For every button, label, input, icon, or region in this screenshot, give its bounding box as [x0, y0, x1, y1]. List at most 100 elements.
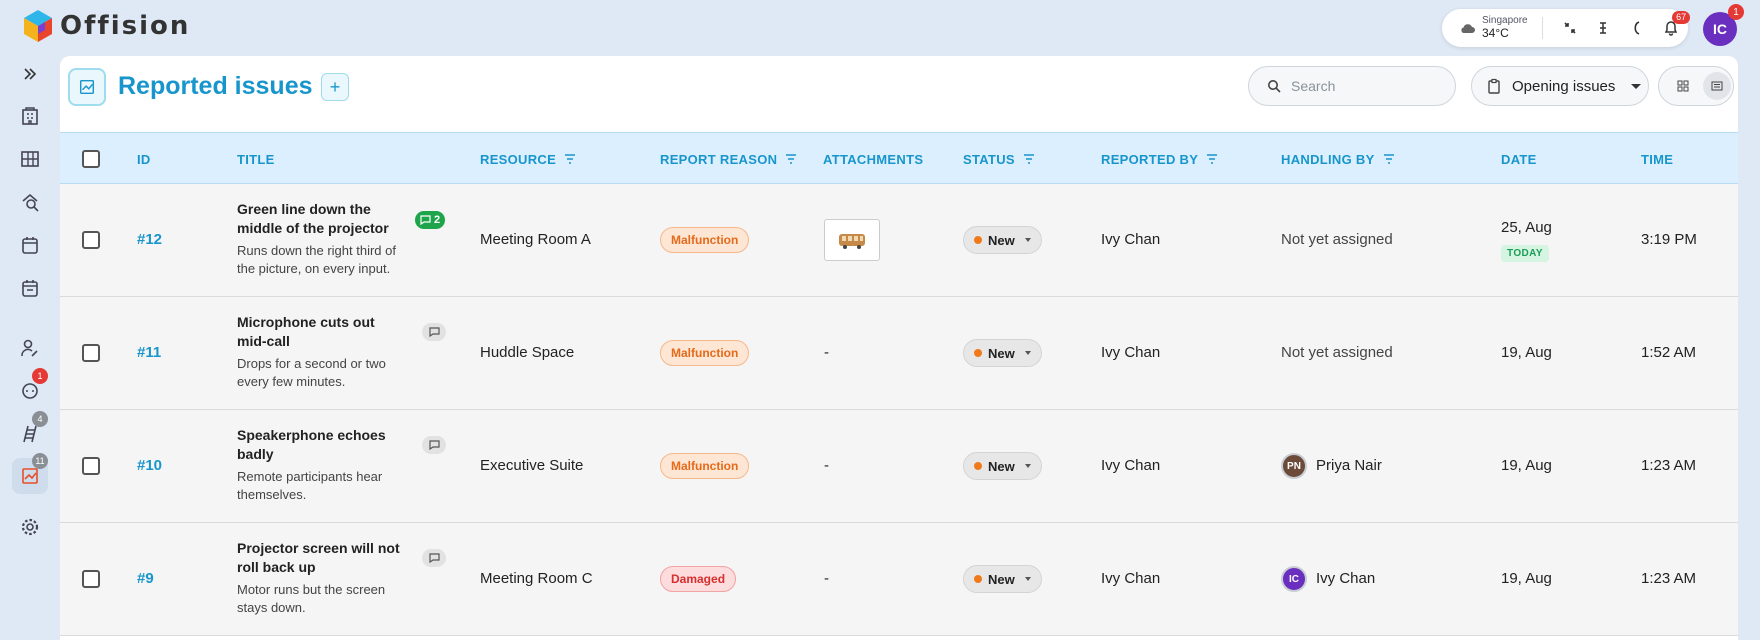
- filter-icon[interactable]: [785, 154, 797, 164]
- column-resource[interactable]: RESOURCE: [480, 133, 576, 185]
- status-dropdown[interactable]: New: [963, 226, 1042, 254]
- column-id[interactable]: ID: [137, 133, 151, 185]
- column-title[interactable]: TITLE: [237, 133, 275, 185]
- row-checkbox[interactable]: [82, 457, 100, 475]
- list-view-button[interactable]: [1703, 72, 1731, 100]
- comment-icon: [428, 327, 440, 337]
- resource-name: Executive Suite: [480, 457, 584, 474]
- status-label: New: [988, 232, 1015, 248]
- report-reason-badge: Malfunction: [660, 453, 750, 479]
- ladder-icon: [23, 425, 37, 443]
- status-dot: [974, 575, 982, 583]
- theme-icon[interactable]: [1620, 21, 1654, 35]
- column-reported-by[interactable]: REPORTED BY: [1101, 133, 1218, 185]
- status-dropdown[interactable]: New: [963, 452, 1042, 480]
- sidebar-item-reported-issues[interactable]: 11: [12, 453, 48, 494]
- table-header: ID TITLE RESOURCE REPORT REASON ATTACHME…: [60, 132, 1738, 184]
- issue-title-cell[interactable]: Green line down the middle of the projec…: [237, 200, 407, 278]
- row-checkbox[interactable]: [82, 231, 100, 249]
- sidebar-item-users[interactable]: [12, 330, 48, 366]
- weather-widget: Singapore 34°C: [1460, 16, 1528, 39]
- filter-icon[interactable]: [564, 154, 576, 164]
- sidebar-expand-button[interactable]: [12, 56, 48, 92]
- add-issue-button[interactable]: +: [321, 73, 349, 101]
- sidebar-item-calendar-2[interactable]: [12, 270, 48, 306]
- status-label: New: [988, 345, 1015, 361]
- sidebar-item-calendar[interactable]: [12, 227, 48, 263]
- status-label: New: [988, 571, 1015, 587]
- issue-id-link[interactable]: #10: [137, 457, 162, 474]
- grid-view-button[interactable]: [1669, 72, 1697, 100]
- issue-id-link[interactable]: #11: [137, 344, 161, 361]
- top-toolbar: Singapore 34°C 67: [1442, 9, 1691, 47]
- app-name: Offision: [60, 11, 191, 41]
- notification-badge: 67: [1672, 11, 1691, 24]
- user-avatar-badge: 1: [1728, 4, 1744, 20]
- divider: [1541, 17, 1543, 39]
- grid-icon: [21, 151, 39, 167]
- row-checkbox[interactable]: [82, 570, 100, 588]
- comments-button[interactable]: [422, 436, 446, 454]
- table-row[interactable]: #11 Microphone cuts out mid-call Drops f…: [60, 297, 1738, 410]
- search-input[interactable]: Search: [1248, 66, 1456, 106]
- table-row[interactable]: #10 Speakerphone echoes badly Remote par…: [60, 410, 1738, 523]
- filter-icon[interactable]: [1023, 154, 1035, 164]
- select-all-checkbox[interactable]: [82, 150, 100, 168]
- gear-icon: [21, 518, 39, 536]
- column-label: TIME: [1641, 151, 1674, 167]
- issue-title-cell[interactable]: Projector screen will not roll back up M…: [237, 539, 407, 617]
- chevron-down-icon: [1024, 238, 1031, 242]
- issue-title-cell[interactable]: Microphone cuts out mid-call Drops for a…: [237, 313, 407, 391]
- comments-button[interactable]: [422, 549, 446, 567]
- chevron-down-icon: [1024, 464, 1031, 468]
- issues-icon: [22, 468, 38, 484]
- comments-button[interactable]: [422, 323, 446, 341]
- issue-title-cell[interactable]: Speakerphone echoes badly Remote partici…: [237, 426, 407, 504]
- column-status[interactable]: STATUS: [963, 133, 1035, 185]
- sidebar-item-rooms[interactable]: [12, 141, 48, 177]
- column-label: ID: [137, 151, 151, 167]
- column-label: DATE: [1501, 151, 1537, 167]
- table-row[interactable]: #9 Projector screen will not roll back u…: [60, 523, 1738, 636]
- user-edit-icon: [21, 339, 38, 357]
- issue-description: Remote participants hear themselves.: [237, 469, 383, 502]
- attachment-image-icon: [839, 234, 865, 249]
- issue-id-link[interactable]: #9: [137, 570, 154, 587]
- status-dot: [974, 236, 982, 244]
- app-logo[interactable]: Offision: [22, 8, 190, 44]
- column-handling-by[interactable]: HANDLING BY: [1281, 133, 1395, 185]
- sidebar-item-building[interactable]: [12, 98, 48, 134]
- report-reason-badge: Malfunction: [660, 340, 750, 366]
- issue-title: Green line down the middle of the projec…: [237, 201, 389, 236]
- issue-time: 1:23 AM: [1641, 457, 1697, 474]
- column-date[interactable]: DATE: [1501, 133, 1537, 185]
- status-dropdown[interactable]: New: [963, 339, 1042, 367]
- bell-icon[interactable]: 67: [1654, 11, 1691, 36]
- filter-icon[interactable]: [1206, 154, 1218, 164]
- language-icon[interactable]: [1586, 21, 1620, 35]
- sidebar-item-requests[interactable]: 4: [12, 411, 48, 452]
- double-chevron-right-icon: [24, 68, 37, 80]
- column-time[interactable]: TIME: [1641, 133, 1673, 185]
- filter-icon[interactable]: [1383, 154, 1395, 164]
- column-attachments[interactable]: ATTACHMENTS: [823, 133, 923, 185]
- attachment-thumbnail[interactable]: [824, 219, 880, 261]
- handling-by: Not yet assigned: [1281, 231, 1393, 248]
- comments-badge[interactable]: 2: [415, 211, 446, 229]
- sidebar-item-settings[interactable]: [12, 509, 48, 545]
- issue-date: 19, Aug: [1501, 457, 1552, 474]
- sidebar-item-search-room[interactable]: [12, 184, 48, 220]
- status-dropdown[interactable]: New: [963, 565, 1042, 593]
- search-placeholder: Search: [1291, 78, 1336, 94]
- column-label: RESOURCE: [480, 151, 557, 167]
- row-checkbox[interactable]: [82, 344, 100, 362]
- issue-filter-select[interactable]: Opening issues: [1471, 66, 1649, 106]
- column-label: TITLE: [237, 151, 275, 167]
- sidebar-item-chat[interactable]: 1: [12, 368, 48, 409]
- table-row[interactable]: #12 Green line down the middle of the pr…: [60, 184, 1738, 297]
- reported-by: Ivy Chan: [1101, 231, 1161, 248]
- comment-icon: [428, 553, 440, 563]
- collapse-icon[interactable]: [1553, 22, 1587, 34]
- issue-id-link[interactable]: #12: [137, 231, 162, 248]
- column-report-reason[interactable]: REPORT REASON: [660, 133, 797, 185]
